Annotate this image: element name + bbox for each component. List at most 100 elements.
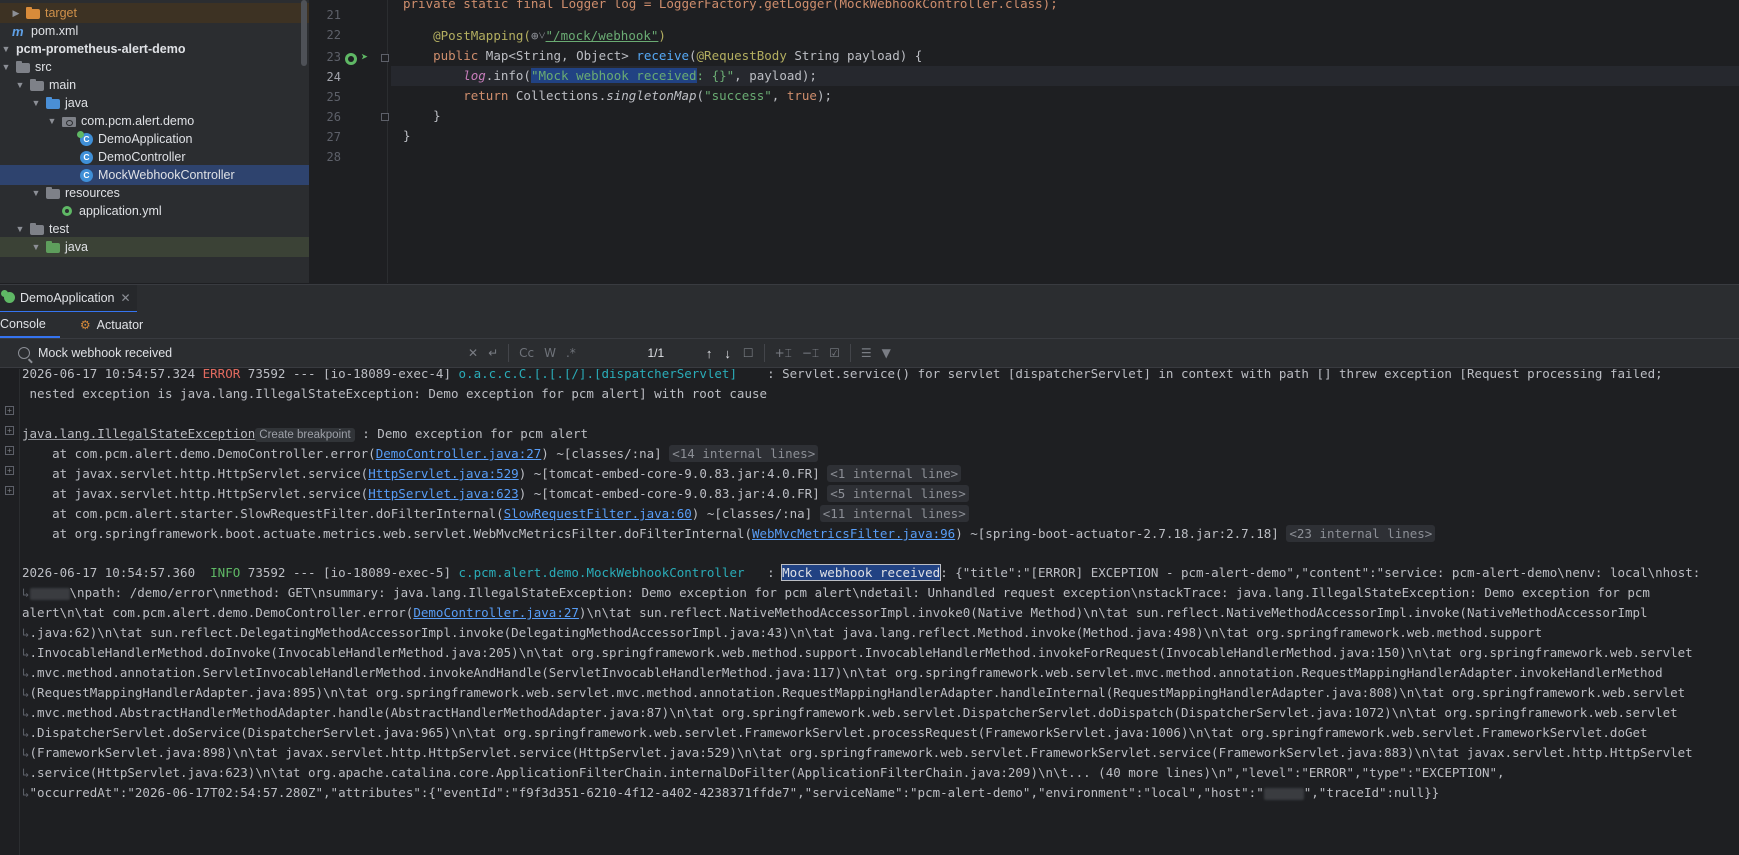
- tree-item-test[interactable]: ▼ test: [0, 219, 309, 239]
- wrapped-line: alert\n\tat com.pcm.alert.demo.DemoContr…: [22, 605, 1648, 620]
- chevron-down-icon[interactable]: ▼: [14, 223, 26, 235]
- chevron-right-icon[interactable]: ▶: [10, 7, 22, 19]
- close-icon[interactable]: ✕: [121, 291, 131, 305]
- match-case-toggle[interactable]: Cc: [519, 346, 534, 360]
- test-folder-icon: [46, 240, 60, 253]
- tree-scrollbar[interactable]: [301, 0, 307, 66]
- tree-item-package[interactable]: ▼ com.pcm.alert.demo: [0, 111, 309, 131]
- resources-folder-icon: [46, 186, 60, 199]
- wrap-icon: ↳: [22, 745, 30, 760]
- internal-lines-fold[interactable]: <1 internal line>: [827, 465, 962, 482]
- find-input[interactable]: [38, 346, 468, 360]
- select-occurrences-icon[interactable]: ☑: [829, 346, 840, 360]
- editor-gutter: 21 22 23 24 25 26 27 28 ➤: [311, 0, 389, 283]
- exception-link[interactable]: java.lang.IllegalStateException: [22, 426, 255, 441]
- source-folder-icon: [46, 96, 60, 109]
- wrapped-line: ↳(RequestMappingHandlerAdapter.java:895)…: [22, 685, 1686, 700]
- spring-bean-icon[interactable]: [345, 53, 357, 65]
- code-line-22: @PostMapping(⊕˅"/mock/webhook"): [433, 28, 666, 43]
- wrap-icon: ↳: [22, 725, 30, 740]
- filter-icon[interactable]: ▼: [882, 346, 891, 360]
- fold-icon[interactable]: +: [5, 466, 14, 475]
- project-tree: ▶ target m pom.xml ▼ pcm-prometheus-aler…: [0, 0, 310, 283]
- code-line-21: private static final Logger log = Logger…: [403, 0, 1058, 11]
- tree-item-test-java[interactable]: ▼ java: [0, 237, 309, 257]
- tree-item-demo-application[interactable]: C DemoApplication: [0, 129, 309, 149]
- internal-lines-fold[interactable]: <23 internal lines>: [1286, 525, 1436, 542]
- remove-cursor-icon[interactable]: −⌶: [802, 346, 819, 361]
- internal-lines-fold[interactable]: <14 internal lines>: [669, 445, 819, 462]
- actuator-icon: ⚙: [79, 318, 91, 332]
- stack-trace-line: at com.pcm.alert.starter.SlowRequestFilt…: [22, 503, 969, 525]
- source-link[interactable]: WebMvcMetricsFilter.java:96: [752, 526, 955, 541]
- tree-item-application-yml[interactable]: application.yml: [0, 201, 309, 221]
- tree-item-src[interactable]: ▼ src: [0, 57, 309, 77]
- stack-trace-line: at com.pcm.alert.demo.DemoController.err…: [22, 443, 819, 465]
- wrapped-line: ↳.mvc.method.AbstractHandlerMethodAdapte…: [22, 705, 1678, 720]
- wrap-icon: ↳: [22, 685, 30, 700]
- code-editor[interactable]: 21 22 23 24 25 26 27 28 ➤ private static…: [311, 0, 1739, 283]
- chevron-down-icon[interactable]: ▼: [0, 43, 12, 55]
- source-link[interactable]: SlowRequestFilter.java:60: [504, 506, 692, 521]
- filter-options-icon[interactable]: ☰: [861, 346, 872, 360]
- fold-icon[interactable]: +: [5, 406, 14, 415]
- fold-icon[interactable]: +: [5, 486, 14, 495]
- chevron-down-icon[interactable]: ▼: [30, 187, 42, 199]
- chevron-down-icon[interactable]: ▼: [14, 79, 26, 91]
- tab-actuator[interactable]: Actuator: [97, 312, 158, 338]
- source-link[interactable]: HttpServlet.java:623: [368, 486, 519, 501]
- tree-item-pom-xml[interactable]: m pom.xml: [0, 21, 309, 41]
- source-link[interactable]: HttpServlet.java:529: [368, 466, 519, 481]
- search-match: Mock webhook received: [781, 564, 942, 581]
- source-link[interactable]: DemoController.java:27: [413, 605, 579, 620]
- internal-lines-fold[interactable]: <5 internal lines>: [827, 485, 969, 502]
- wrap-icon: ↳: [22, 645, 30, 660]
- folder-icon: [30, 78, 44, 91]
- tab-console[interactable]: Console: [0, 312, 60, 338]
- tree-item-main[interactable]: ▼ main: [0, 75, 309, 95]
- clear-icon[interactable]: ✕: [468, 346, 478, 360]
- source-link[interactable]: DemoController.java:27: [376, 446, 542, 461]
- create-breakpoint-button[interactable]: Create breakpoint: [255, 428, 355, 442]
- tree-item-demo-controller[interactable]: C DemoController: [0, 147, 309, 167]
- line-number: 22: [326, 28, 341, 42]
- add-cursor-icon[interactable]: +⌶: [775, 346, 792, 361]
- line-number: 28: [326, 150, 341, 164]
- chevron-down-icon[interactable]: ▼: [0, 61, 12, 73]
- tree-item-module[interactable]: ▼ pcm-prometheus-alert-demo: [0, 39, 309, 59]
- fold-icon[interactable]: [381, 113, 389, 121]
- internal-lines-fold[interactable]: <11 internal lines>: [819, 505, 969, 522]
- fold-icon[interactable]: [381, 54, 389, 62]
- wrap-icon: ↳: [22, 785, 30, 800]
- chevron-down-icon[interactable]: ▼: [30, 241, 42, 253]
- code-line-26: }: [433, 108, 441, 123]
- tree-item-java[interactable]: ▼ java: [0, 93, 309, 113]
- run-tool-window-header: DemoApplication ✕: [0, 284, 1739, 313]
- fold-icon[interactable]: +: [5, 446, 14, 455]
- send-request-icon[interactable]: ➤: [361, 50, 368, 64]
- tree-item-mock-webhook-controller[interactable]: C MockWebhookController: [0, 165, 309, 185]
- new-line-icon[interactable]: ↵: [488, 346, 498, 360]
- fold-icon[interactable]: +: [5, 426, 14, 435]
- folder-icon: [16, 60, 30, 73]
- wrapped-line: ↳"occurredAt":"2026-06-17T02:54:57.280Z"…: [22, 785, 1440, 800]
- whole-words-toggle[interactable]: W: [544, 346, 556, 360]
- stack-trace-line: at org.springframework.boot.actuate.metr…: [22, 523, 1436, 545]
- wrap-icon: ↳: [22, 705, 30, 720]
- wrapped-line: ↳.DispatcherServlet.doService(Dispatcher…: [22, 725, 1648, 740]
- tree-item-resources[interactable]: ▼ resources: [0, 183, 309, 203]
- regex-toggle[interactable]: .*: [566, 346, 576, 360]
- code-line-23: public Map<String, Object> receive(@Requ…: [433, 48, 923, 63]
- separator: [849, 344, 851, 362]
- tree-item-target[interactable]: ▶ target: [0, 3, 309, 23]
- console-output[interactable]: + + + + + 2026-06-17 10:54:57.324 ERROR …: [0, 369, 1739, 855]
- select-all-icon[interactable]: ☐: [743, 346, 754, 360]
- log-line-info: 2026-06-17 10:54:57.360 INFO 73592 --- […: [22, 564, 1701, 581]
- log-line: nested exception is java.lang.IllegalSta…: [22, 386, 768, 401]
- run-tab-demo-application[interactable]: DemoApplication ✕: [0, 284, 137, 313]
- next-occurrence-icon[interactable]: ↓: [724, 346, 731, 361]
- chevron-down-icon[interactable]: ▼: [30, 97, 42, 109]
- previous-occurrence-icon[interactable]: ↑: [706, 346, 713, 361]
- line-number: 24: [326, 70, 341, 84]
- chevron-down-icon[interactable]: ▼: [46, 115, 58, 127]
